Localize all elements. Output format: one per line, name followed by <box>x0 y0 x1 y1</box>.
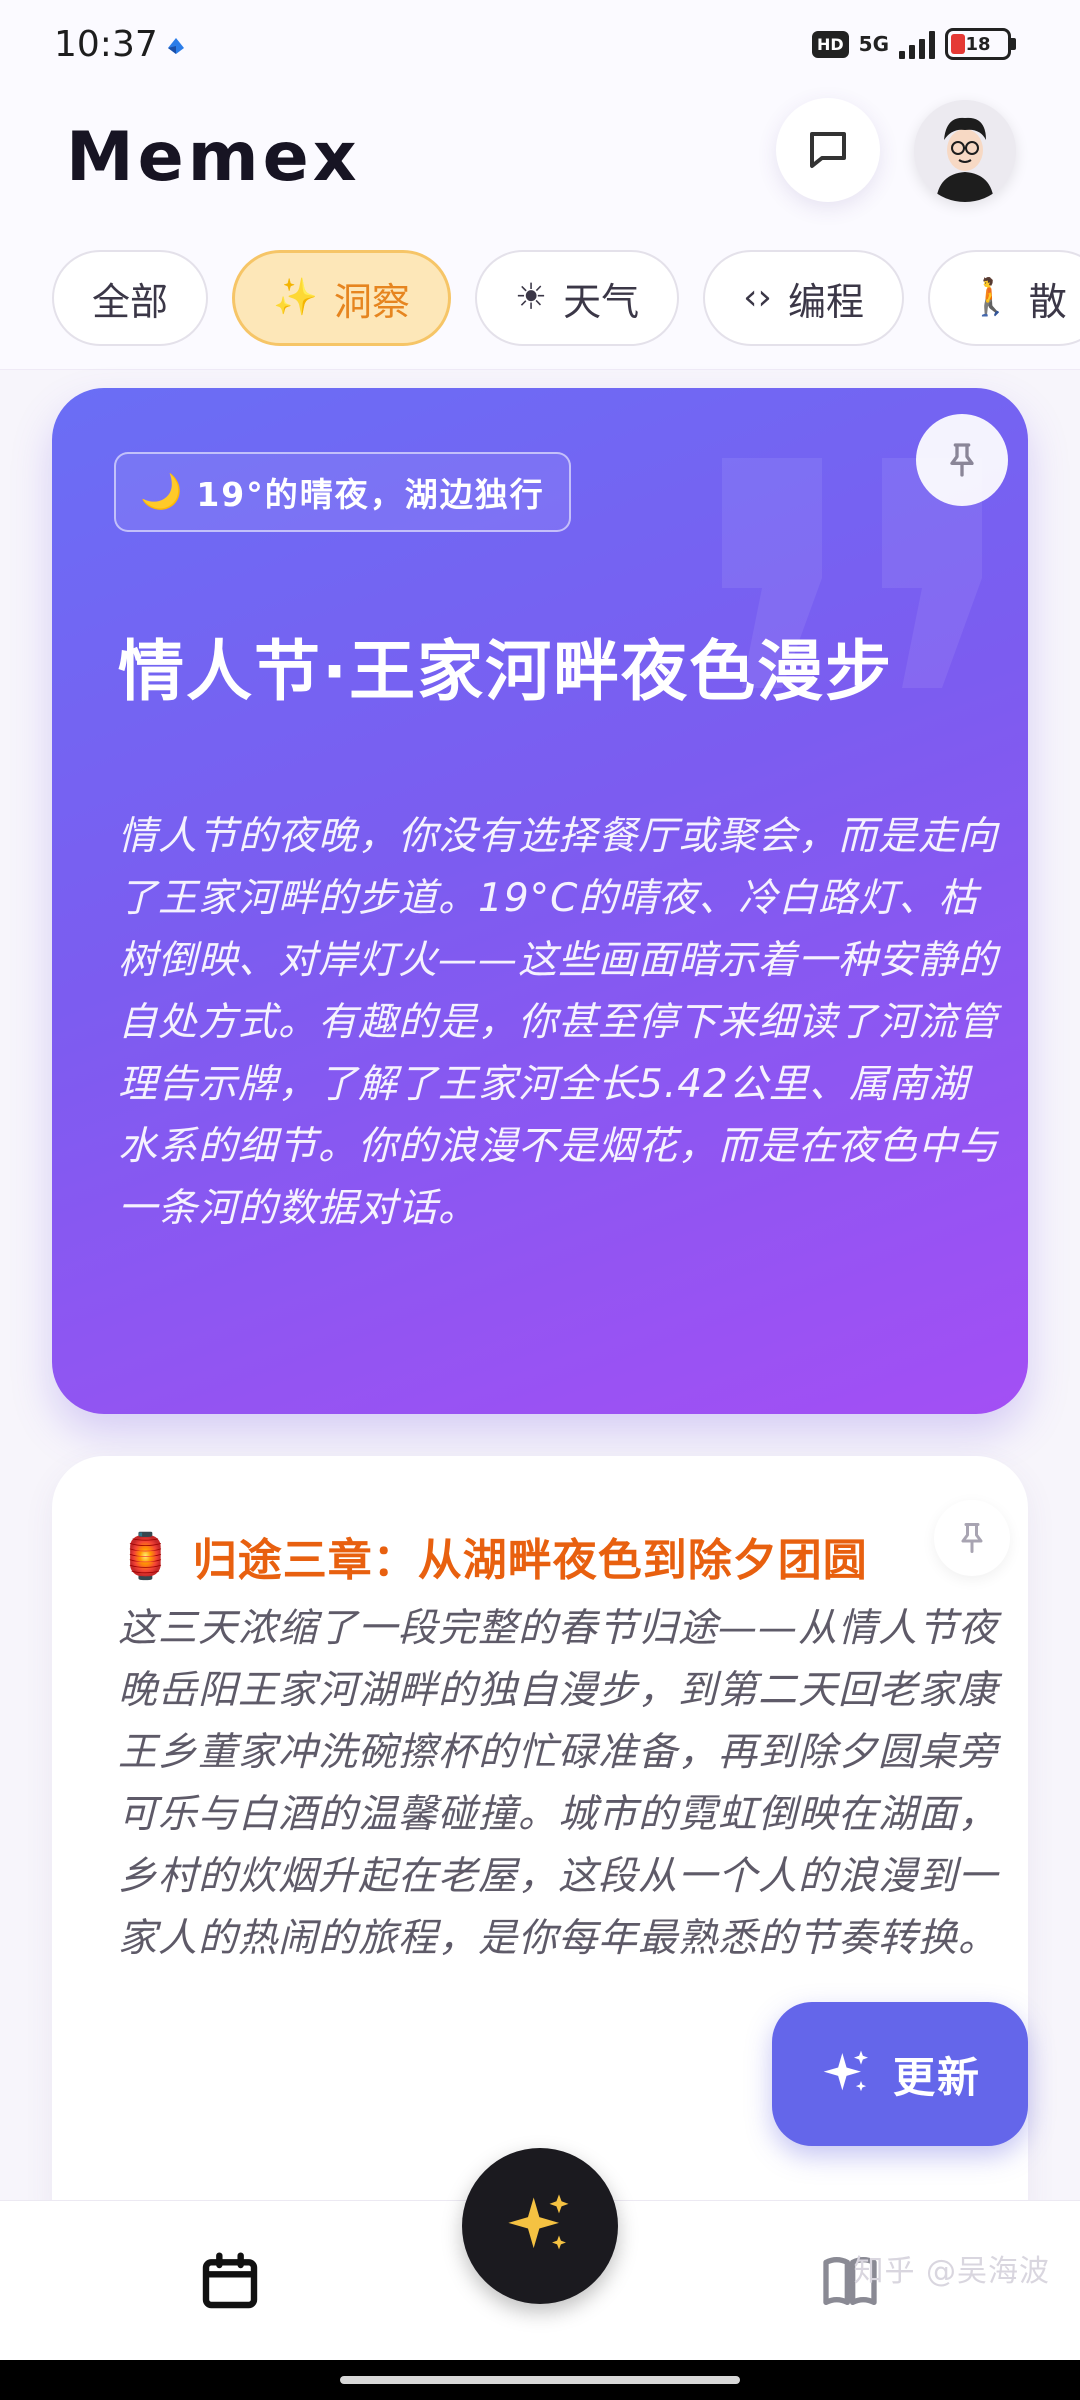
gesture-area <box>0 2360 1080 2400</box>
category-chips: 全部 ✨ 洞察 ☀ 天气 ‹› 编程 🚶 散 <box>0 240 1080 370</box>
walking-icon: 🚶 <box>967 277 1013 318</box>
chat-icon <box>810 132 846 168</box>
sparkle-icon <box>508 2194 569 2250</box>
pin-button[interactable] <box>934 1500 1010 1576</box>
chip-walk[interactable]: 🚶 散 <box>927 250 1080 346</box>
chip-label: 编程 <box>787 279 864 324</box>
sparkle-icon <box>823 2050 868 2092</box>
hd-badge: HD <box>811 30 849 58</box>
refresh-label: 更新 <box>892 2052 981 2102</box>
watermark: 知乎 @吴海波 <box>853 2254 1050 2289</box>
battery-level: 18 <box>965 33 991 55</box>
calendar-icon[interactable] <box>198 2249 262 2313</box>
chip-coding[interactable]: ‹› 编程 <box>703 250 904 346</box>
gesture-bar[interactable] <box>340 2376 740 2384</box>
app-title: Memex <box>66 118 361 197</box>
lantern-icon: 🏮 <box>118 1531 173 1582</box>
status-time: 10:37 <box>54 24 158 65</box>
sparkles-icon: ✨ <box>273 277 318 318</box>
chip-insight[interactable]: ✨ 洞察 <box>232 250 451 346</box>
code-icon: ‹› <box>743 277 772 318</box>
pin-icon <box>950 443 974 477</box>
signal-icon <box>899 29 935 59</box>
chip-label: 散 <box>1028 279 1067 324</box>
chip-label: 天气 <box>563 279 640 324</box>
pin-icon <box>961 1523 983 1553</box>
context-tag-text: 19°的晴夜，湖边独行 <box>196 475 545 514</box>
network-type: 5G <box>858 32 889 56</box>
avatar[interactable] <box>914 100 1016 202</box>
app-header: Memex <box>0 90 1080 240</box>
chip-all[interactable]: 全部 <box>52 250 209 346</box>
status-indicators: HD 5G 18 <box>811 28 1016 60</box>
app-notification-icon <box>168 38 184 54</box>
chip-label: 洞察 <box>333 279 410 324</box>
insight-body: 情人节的夜晚，你没有选择餐厅或聚会，而是走向了王家河畔的步道。19°C的晴夜、冷… <box>118 814 999 1231</box>
battery-icon: 18 <box>945 28 1016 60</box>
story-title: 归途三章：从湖畔夜色到除夕团圆 <box>192 1535 868 1586</box>
story-title-row: 🏮 归途三章：从湖畔夜色到除夕团圆 <box>118 1524 868 1588</box>
insight-card[interactable]: 🌙 19°的晴夜，湖边独行 情人节·王家河畔夜色漫步 情人节的夜晚，你没有选择餐… <box>52 388 1028 1414</box>
status-bar: 10:37 HD 5G 18 <box>0 0 1080 90</box>
context-tag: 🌙 19°的晴夜，湖边独行 <box>114 452 571 532</box>
ai-generate-button[interactable] <box>462 2148 618 2304</box>
pin-button[interactable] <box>916 414 1008 506</box>
story-body: 这三天浓缩了一段完整的春节归途——从情人节夜晚岳阳王家河湖畔的独自漫步，到第二天… <box>118 1606 999 1961</box>
avatar-illustration <box>914 100 1016 202</box>
moon-icon: 🌙 <box>140 472 183 512</box>
messages-button[interactable] <box>776 98 880 202</box>
sun-icon: ☀ <box>514 277 548 318</box>
chip-label: 全部 <box>92 279 169 324</box>
refresh-button[interactable]: 更新 <box>772 2002 1028 2146</box>
insight-title: 情人节·王家河畔夜色漫步 <box>118 633 894 710</box>
chip-weather[interactable]: ☀ 天气 <box>474 250 680 346</box>
